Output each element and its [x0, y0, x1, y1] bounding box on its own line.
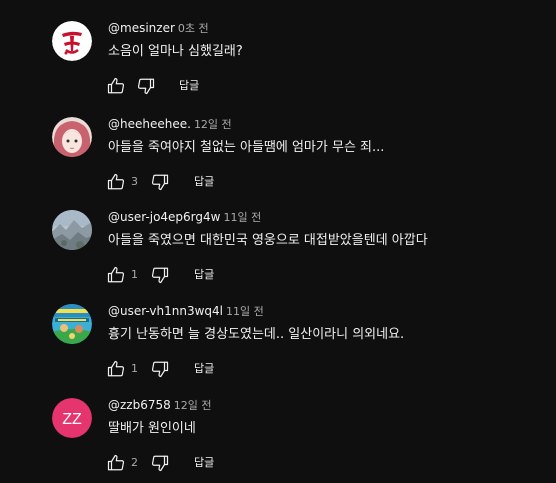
thumbs-up-icon [107, 77, 125, 94]
dislike-button[interactable] [134, 74, 158, 98]
like-button[interactable] [104, 170, 128, 194]
comment-text: 흉기 난동하면 늘 경상도였는데.. 일산이라니 의외네요. [108, 327, 405, 342]
dislike-button[interactable] [148, 357, 172, 381]
comment-meta: @zzb6758 12일 전 [108, 397, 212, 414]
comment-meta: @user-jo4ep6rg4w 11일 전 [108, 209, 261, 226]
thumbs-down-icon [151, 174, 169, 191]
dislike-button[interactable] [148, 263, 172, 287]
thumbs-down-icon [137, 78, 155, 95]
comment-meta: @mesinzer 0초 전 [108, 20, 209, 37]
author-handle[interactable]: @user-jo4ep6rg4w [108, 210, 220, 224]
comment-actions: 2 답글 [104, 451, 304, 475]
reply-button[interactable]: 답글 [179, 77, 199, 95]
like-count: 2 [131, 456, 138, 469]
reply-button[interactable]: 답글 [194, 454, 214, 472]
reply-button[interactable]: 답글 [194, 266, 214, 284]
comment-text: 딸배가 원인이네 [108, 421, 196, 436]
reply-button[interactable]: 답글 [194, 360, 214, 378]
comment-item: ZZ @zzb6758 12일 전 딸배가 원인이네 2 답글 [0, 395, 556, 483]
comment-actions: 1 답글 [104, 357, 304, 381]
thumbs-up-icon [107, 454, 125, 471]
comment-text: 아들을 죽였으면 대한민국 영웅으로 대접받았을텐데 아깝다 [108, 233, 428, 248]
comment-item: @heeheehee. 12일 전 아들을 죽여야지 철없는 아들땜에 엄마가 무… [0, 114, 556, 208]
comment-time[interactable]: 11일 전 [223, 211, 261, 224]
thumbs-down-icon [151, 455, 169, 472]
like-count: 1 [131, 362, 138, 375]
dislike-button[interactable] [148, 451, 172, 475]
avatar[interactable] [52, 117, 92, 157]
dislike-button[interactable] [148, 170, 172, 194]
thumbs-up-icon [107, 266, 125, 283]
thumbs-up-icon [107, 173, 125, 190]
thumbs-down-icon [151, 361, 169, 378]
comments-list: @mesinzer 0초 전 소음이 얼마나 심했길래? 답글 @heeheeh… [0, 0, 556, 483]
comment-text: 아들을 죽여야지 철없는 아들땜에 엄마가 무슨 죄... [108, 140, 385, 155]
thumbs-up-icon [107, 360, 125, 377]
author-handle[interactable]: @mesinzer [108, 21, 175, 35]
comment-time[interactable]: 11일 전 [226, 305, 264, 318]
like-button[interactable] [104, 357, 128, 381]
comment-text: 소음이 얼마나 심했길래? [108, 44, 243, 59]
reply-button[interactable]: 답글 [194, 173, 214, 191]
author-handle[interactable]: @zzb6758 [108, 398, 171, 412]
like-button[interactable] [104, 263, 128, 287]
comment-actions: 3 답글 [104, 170, 304, 194]
thumbs-down-icon [151, 267, 169, 284]
comment-item: @user-vh1nn3wq4l 11일 전 흉기 난동하면 늘 경상도였는데..… [0, 301, 556, 395]
avatar[interactable] [52, 304, 92, 344]
comment-meta: @heeheehee. 12일 전 [108, 116, 232, 133]
comment-item: @user-jo4ep6rg4w 11일 전 아들을 죽였으면 대한민국 영웅으로… [0, 207, 556, 301]
like-count: 3 [131, 175, 138, 188]
avatar[interactable]: ZZ [52, 398, 92, 438]
comment-actions: 1 답글 [104, 263, 304, 287]
avatar-letters: ZZ [62, 411, 82, 428]
author-handle[interactable]: @heeheehee. [108, 117, 191, 131]
comment-time[interactable]: 12일 전 [174, 399, 212, 412]
like-button[interactable] [104, 74, 128, 98]
author-handle[interactable]: @user-vh1nn3wq4l [108, 304, 223, 318]
like-button[interactable] [104, 451, 128, 475]
comment-item: @mesinzer 0초 전 소음이 얼마나 심했길래? 답글 [0, 18, 556, 112]
avatar[interactable] [52, 210, 92, 250]
comment-meta: @user-vh1nn3wq4l 11일 전 [108, 303, 264, 320]
like-count: 1 [131, 268, 138, 281]
avatar[interactable] [52, 21, 92, 61]
comment-time[interactable]: 12일 전 [194, 118, 232, 131]
comment-time[interactable]: 0초 전 [178, 22, 209, 35]
comment-actions: 답글 [104, 74, 304, 98]
